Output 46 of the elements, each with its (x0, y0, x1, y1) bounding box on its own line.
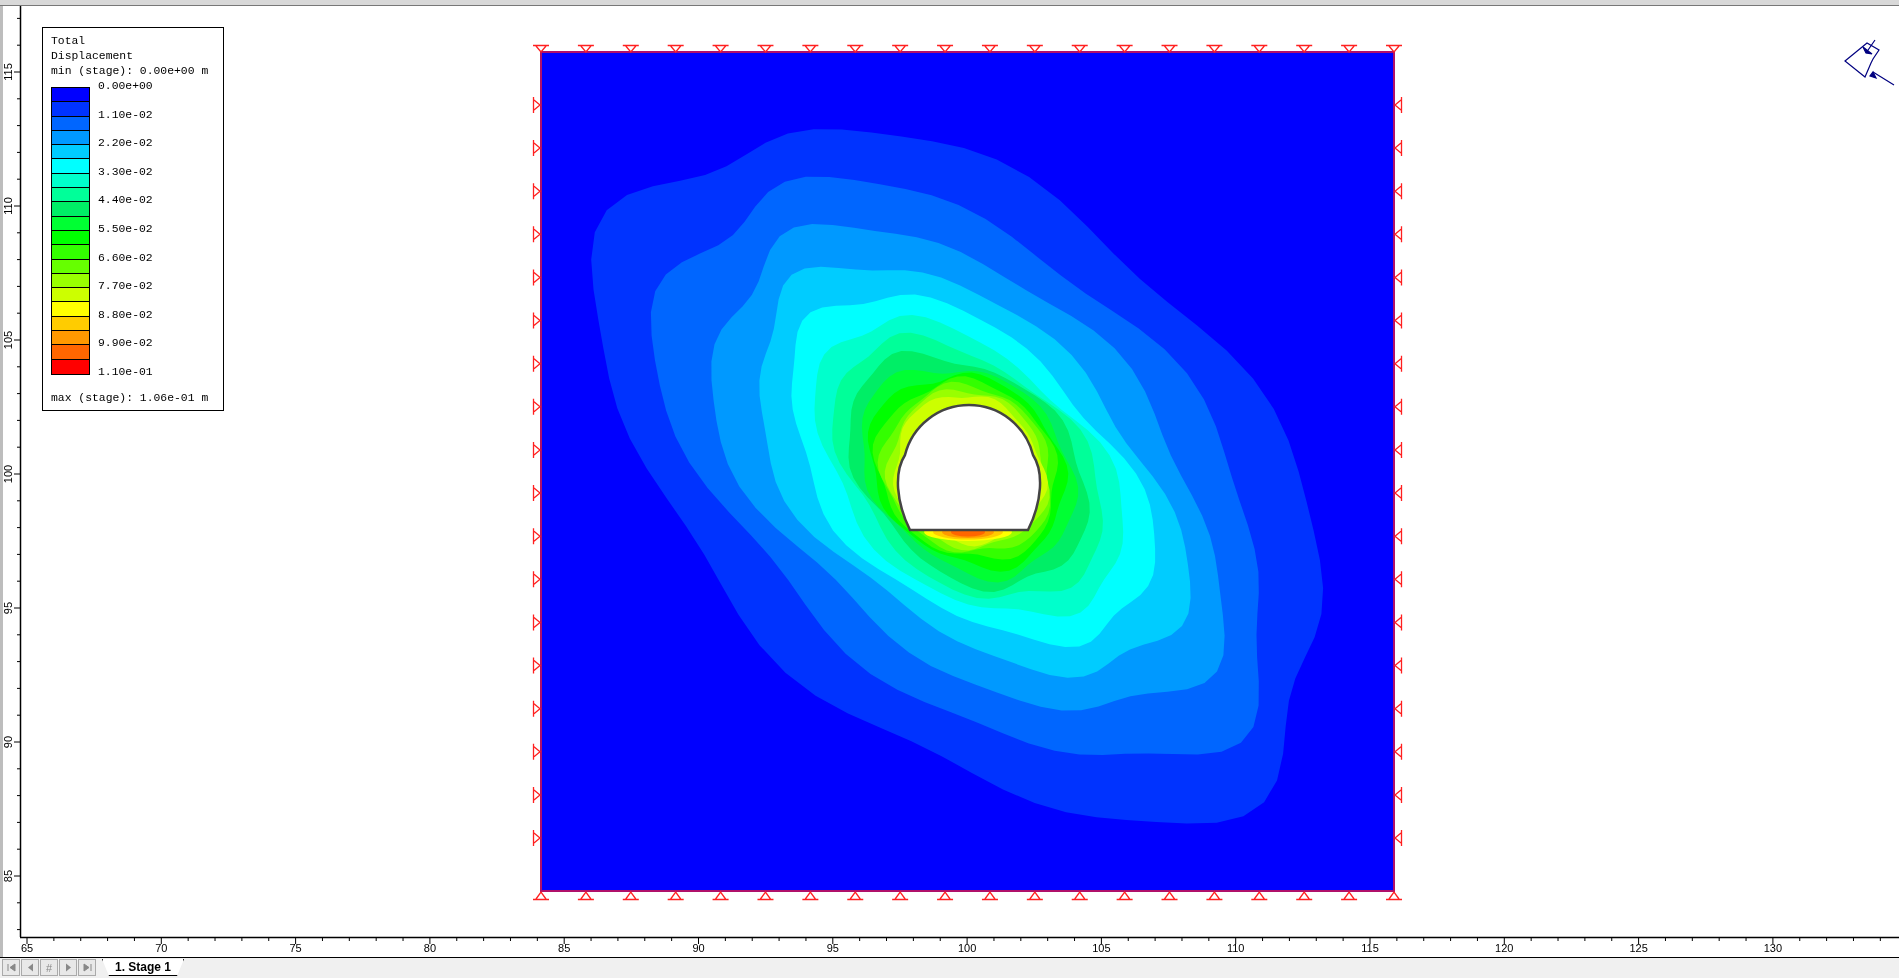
axis-label: 120 (1495, 942, 1514, 954)
axis-label: 115 (1361, 942, 1379, 954)
axis-label: 95 (826, 942, 839, 954)
legend-value: 3.30e-02 (98, 164, 153, 180)
legend-value: 7.70e-02 (98, 279, 153, 295)
axis-label: 90 (3, 735, 14, 749)
legend-value: 1.10e-02 (98, 107, 153, 123)
previous-page-button[interactable] (21, 959, 39, 976)
axis-orientation-icon (1844, 39, 1895, 86)
skip-back-icon (6, 963, 16, 972)
legend-value: 6.60e-02 (98, 250, 153, 266)
legend-value: 2.20e-02 (98, 136, 153, 152)
axis-label: 85 (3, 869, 14, 883)
legend-max-text: max (stage): 1.06e-01 m (51, 391, 210, 406)
axis-label: 95 (3, 601, 14, 615)
axis-label: 80 (423, 942, 436, 954)
stage-tab[interactable]: 1. Stage 1 (102, 959, 185, 976)
left-triangle-icon (26, 963, 34, 972)
first-page-button[interactable] (2, 959, 20, 976)
next-page-button[interactable] (59, 959, 77, 976)
axis-label: 105 (1092, 942, 1111, 954)
axis-label: 130 (1763, 942, 1783, 954)
right-triangle-icon (64, 963, 72, 972)
legend-value: 8.80e-02 (98, 307, 153, 323)
legend-value: 0.00e+00 (98, 79, 153, 94)
axis-label: 75 (289, 942, 302, 954)
legend-value: 9.90e-02 (98, 336, 153, 352)
legend-min-text: min (stage): 0.00e+00 m (51, 64, 210, 79)
axis-label: 100 (3, 464, 14, 484)
axis-label: 65 (20, 942, 34, 954)
axis-label: 85 (558, 942, 571, 954)
legend-title: Total (51, 34, 87, 49)
axis-label: 70 (155, 942, 168, 954)
legend-title: Displacement (51, 49, 135, 64)
skip-forward-icon (82, 963, 92, 972)
axis-label: 110 (3, 197, 14, 215)
axis-label: 90 (692, 942, 705, 954)
axis-label: 125 (1629, 942, 1648, 954)
axis-label: 100 (957, 942, 977, 954)
legend-value: 5.50e-02 (98, 221, 153, 237)
legend-value: 4.40e-02 (98, 193, 153, 209)
axis-label: 110 (1226, 942, 1245, 954)
axis-label: 105 (3, 330, 14, 350)
legend-value: 1.10e-01 (98, 364, 153, 380)
last-page-button[interactable] (78, 959, 96, 976)
axis-label: 115 (3, 63, 14, 81)
